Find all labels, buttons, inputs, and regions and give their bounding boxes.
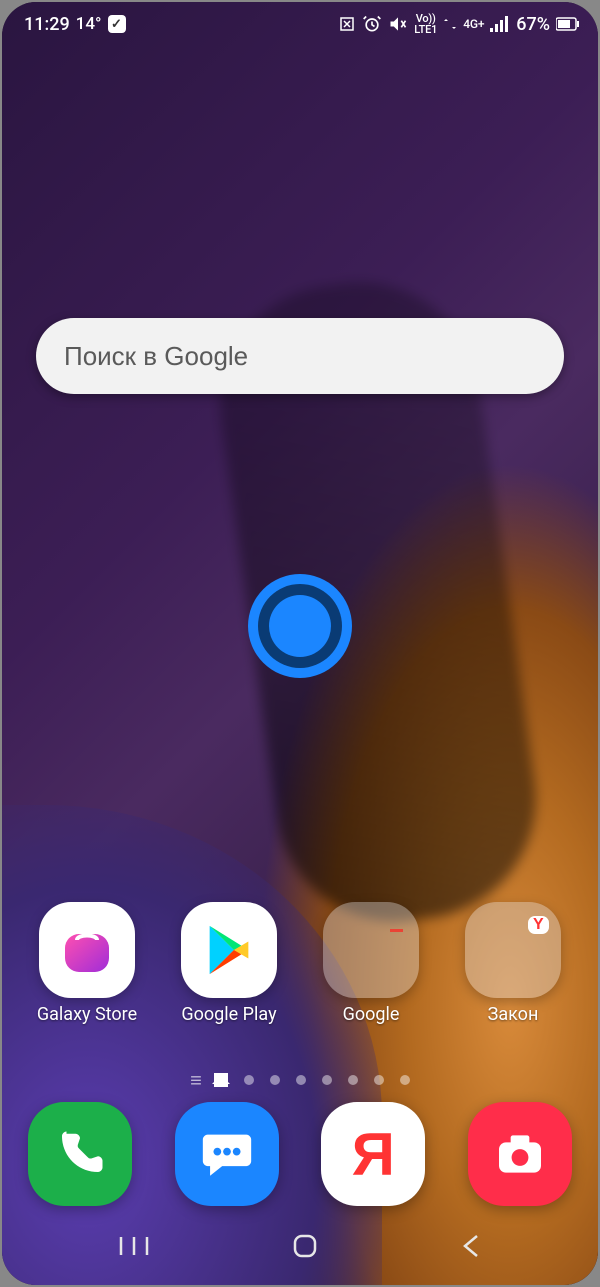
battery-icon <box>556 17 580 31</box>
page-dot[interactable] <box>270 1075 280 1085</box>
clock: 11:29 <box>24 14 70 35</box>
folder-google[interactable]: Google <box>306 902 436 1025</box>
yandex-icon: Я <box>352 1120 395 1189</box>
phone-icon <box>53 1127 107 1181</box>
signal-icon <box>490 16 510 32</box>
navigation-bar <box>2 1221 598 1275</box>
recents-icon <box>119 1235 149 1257</box>
app-galaxy-store[interactable]: Galaxy Store <box>22 902 152 1025</box>
dock-camera-app[interactable] <box>468 1102 572 1206</box>
recycle-icon <box>338 15 356 33</box>
data-arrows-icon <box>443 15 457 33</box>
home-icon <box>292 1233 318 1259</box>
back-button[interactable] <box>435 1223 507 1273</box>
data-type: 4G+ <box>463 18 484 30</box>
touch-cursor-indicator <box>248 574 352 678</box>
dock-yandex-app[interactable]: Я <box>321 1102 425 1206</box>
app-label: Galaxy Store <box>37 1004 137 1025</box>
page-dot[interactable] <box>374 1075 384 1085</box>
folder-label: Закон <box>488 1004 539 1025</box>
back-icon <box>461 1233 481 1259</box>
home-screen: 11:29 14° ✓ Vo)) LTE1 4G+ 67% <box>2 2 598 1285</box>
page-indicator[interactable]: ≡ <box>2 1070 598 1090</box>
page-dot[interactable] <box>296 1075 306 1085</box>
status-left: 11:29 14° ✓ <box>24 14 126 35</box>
volte-indicator: Vo)) LTE1 <box>414 13 437 35</box>
page-dot[interactable] <box>322 1075 332 1085</box>
folder-icon <box>323 902 419 998</box>
alarm-icon <box>362 14 382 34</box>
dock-phone-app[interactable] <box>28 1102 132 1206</box>
search-input[interactable] <box>64 341 536 372</box>
dock-messages-app[interactable] <box>175 1102 279 1206</box>
camera-icon <box>492 1126 548 1182</box>
messages-icon <box>198 1125 256 1183</box>
page-dot[interactable] <box>348 1075 358 1085</box>
mute-icon <box>388 14 408 34</box>
home-button[interactable] <box>266 1223 344 1273</box>
feed-page-icon[interactable]: ≡ <box>190 1070 202 1090</box>
folder-zakon[interactable]: Y Закон <box>448 902 578 1025</box>
app-grid-row: Galaxy Store Google Play Google Y Закон <box>22 902 578 1025</box>
google-play-icon <box>181 902 277 998</box>
dock: Я <box>28 1102 572 1206</box>
temperature: 14° <box>76 14 102 34</box>
status-bar: 11:29 14° ✓ Vo)) LTE1 4G+ 67% <box>2 2 598 46</box>
home-page-icon[interactable] <box>214 1073 228 1087</box>
battery-percent: 67% <box>516 14 550 35</box>
app-google-play[interactable]: Google Play <box>164 902 294 1025</box>
page-dot[interactable] <box>244 1075 254 1085</box>
checkmark-notification-icon: ✓ <box>108 15 126 33</box>
google-search-widget[interactable] <box>36 318 564 394</box>
recents-button[interactable] <box>93 1225 175 1271</box>
status-right: Vo)) LTE1 4G+ 67% <box>338 13 580 35</box>
app-label: Google Play <box>181 1004 276 1025</box>
folder-label: Google <box>343 1004 400 1025</box>
folder-icon: Y <box>465 902 561 998</box>
page-dot[interactable] <box>400 1075 410 1085</box>
galaxy-store-icon <box>39 902 135 998</box>
